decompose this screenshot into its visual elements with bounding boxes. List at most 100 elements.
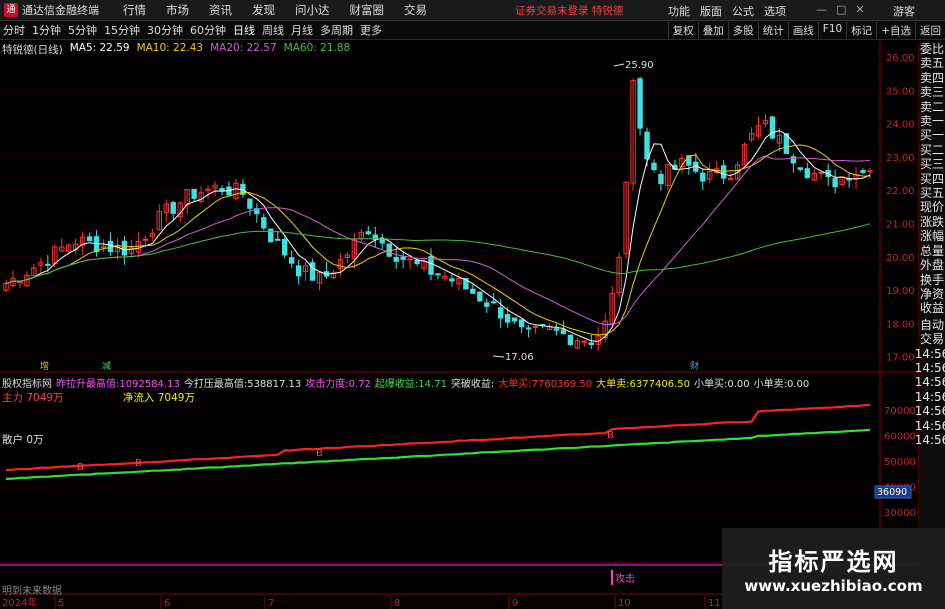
side-item-7[interactable]: 买二 — [920, 143, 944, 157]
date-tick: 5 — [58, 598, 64, 609]
net-inflow-label: 净流入 7049万 — [122, 392, 195, 404]
candle-body — [553, 328, 560, 331]
stock-name: 特锐德(日线) — [2, 44, 63, 56]
candle-body — [804, 168, 810, 179]
candle-body — [484, 302, 490, 307]
candle-body — [435, 273, 441, 276]
buy-mark: B — [77, 462, 84, 473]
side-item-19[interactable]: 自动 — [920, 318, 944, 332]
side-item-23[interactable]: 14:56 — [915, 375, 945, 389]
retail-label: 散户 0万 — [2, 434, 44, 446]
candle-body — [686, 155, 692, 166]
side-item-6[interactable]: 买一 — [920, 128, 944, 142]
kline-chart[interactable]: 26.00 25.00 24.00 23.00 22.00 21.00 20.00 19.00… — [0, 0, 945, 609]
high-price-pointer — [613, 63, 625, 67]
side-item-21[interactable]: 14:56 — [915, 347, 945, 361]
side-item-5[interactable]: 卖一 — [920, 114, 944, 128]
side-item-12[interactable]: 涨跌 — [920, 215, 944, 229]
candle-body — [261, 217, 267, 229]
candle-body — [288, 257, 295, 264]
date-tick: 9 — [512, 598, 518, 609]
candle-body — [637, 78, 643, 129]
candle-body — [518, 319, 525, 328]
date-tick: 8 — [394, 598, 400, 609]
event-tag: 财 — [690, 360, 699, 372]
date-tick: 2024年 — [2, 596, 37, 609]
high-price-label: 25.90 — [625, 60, 654, 71]
side-item-10[interactable]: 买五 — [920, 186, 944, 200]
candle-body — [247, 198, 253, 209]
side-panel: 委比 卖五 卖四 卖三 卖二 卖一 买一 买二 买三 买四 买五 现价 涨跌 涨幅 总量 外盘 换手 净资 收益自动… — [915, 42, 945, 609]
candle-body — [867, 170, 873, 173]
candle-body — [511, 317, 518, 322]
candle-body — [769, 116, 776, 139]
side-item-14[interactable]: 总量 — [920, 244, 944, 258]
candle-body — [470, 288, 476, 294]
candle-body — [17, 281, 23, 284]
candle-body — [407, 258, 413, 261]
main-force-label: 主力 7049万 — [2, 392, 64, 404]
ind-tick: 60000 — [884, 432, 916, 443]
ind-tick: 70000 — [884, 406, 916, 417]
candle-body — [797, 167, 804, 170]
candle-body — [282, 238, 288, 256]
candle-body — [219, 188, 225, 192]
buy-mark: B — [607, 430, 614, 441]
ind-item-0: 昨拉升最高值:1092584.13 — [56, 379, 180, 390]
candle-body — [498, 307, 504, 319]
low-price-pointer — [492, 355, 505, 358]
buy-mark: B — [135, 458, 142, 469]
candle-body — [86, 236, 93, 242]
side-item-15[interactable]: 外盘 — [920, 258, 944, 272]
indicator-name[interactable]: 股权指标网 — [2, 375, 52, 390]
side-item-20[interactable]: 交易 — [920, 332, 944, 346]
price-tick: 22.00 — [886, 186, 915, 197]
bottom-panel-label: 明到未来数据 — [2, 586, 62, 597]
candle-body — [309, 262, 316, 281]
candle-body — [45, 263, 51, 266]
watermark-url: www.xuezhibiao.com — [744, 577, 923, 595]
side-item-24[interactable]: 14:56 — [915, 390, 945, 404]
candle-body — [491, 301, 497, 304]
side-item-13[interactable]: 涨幅 — [920, 229, 944, 243]
side-item-16[interactable]: 换手 — [920, 273, 944, 287]
side-item-18[interactable]: 收益 — [920, 301, 944, 315]
candle-body — [700, 172, 706, 182]
ind-item-4: 突破收益: — [450, 379, 495, 390]
side-item-1[interactable]: 卖五 — [920, 56, 944, 70]
side-item-0[interactable]: 委比 — [920, 42, 944, 56]
side-item-17[interactable]: 净资 — [920, 287, 944, 301]
side-item-4[interactable]: 卖二 — [920, 100, 944, 114]
ind-item-6: 大单卖:6377406.50 — [596, 379, 690, 390]
side-item-22[interactable]: 14:56 — [915, 361, 945, 375]
side-item-27[interactable]: 14:56 — [915, 433, 945, 447]
ind-tick: 50000 — [884, 457, 916, 468]
watermark: 指标严选网 www.xuezhibiao.com — [722, 528, 945, 609]
side-item-3[interactable]: 卖三 — [920, 85, 944, 99]
price-tick: 18.00 — [886, 319, 915, 330]
ind-item-1: 今打压最高值:538817.13 — [183, 379, 302, 390]
candle-body — [658, 174, 664, 185]
candle-body — [107, 240, 114, 253]
candle-body — [651, 162, 657, 171]
candle-body — [400, 256, 406, 260]
side-item-9[interactable]: 买四 — [920, 172, 944, 186]
ma10-legend: MA10: 22.43 — [136, 42, 204, 54]
ma20-legend: MA20: 22.57 — [210, 42, 277, 54]
side-item-25[interactable]: 14:56 — [915, 404, 945, 418]
side-item-11[interactable]: 现价 — [920, 200, 944, 214]
side-item-8[interactable]: 买三 — [920, 157, 944, 171]
side-item-26[interactable]: 14:56 — [915, 419, 945, 433]
ma5-legend: MA5: 22.59 — [69, 42, 130, 54]
event-tag: 减 — [102, 360, 111, 372]
ind-tick: 30000 — [884, 508, 916, 519]
side-item-2[interactable]: 卖四 — [920, 71, 944, 85]
price-tick: 24.00 — [886, 120, 915, 131]
event-tag: 增 — [40, 360, 49, 372]
candle-body — [832, 177, 838, 188]
candle-body — [414, 260, 420, 265]
candle-body — [365, 231, 372, 235]
price-tick: 19.00 — [886, 286, 915, 297]
candle-body — [560, 329, 567, 335]
ind-item-3: 起爆收益:14.71 — [374, 379, 447, 390]
